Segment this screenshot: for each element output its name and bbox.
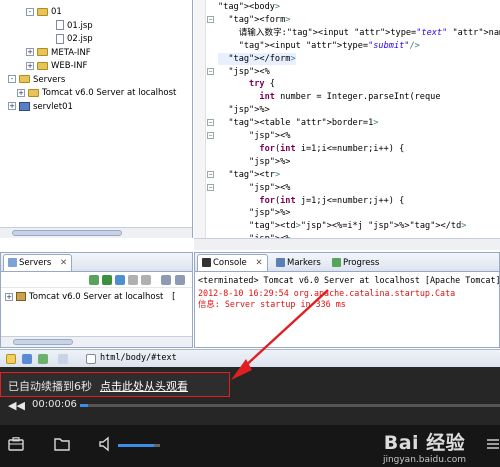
- annotation-arrow: [231, 289, 329, 380]
